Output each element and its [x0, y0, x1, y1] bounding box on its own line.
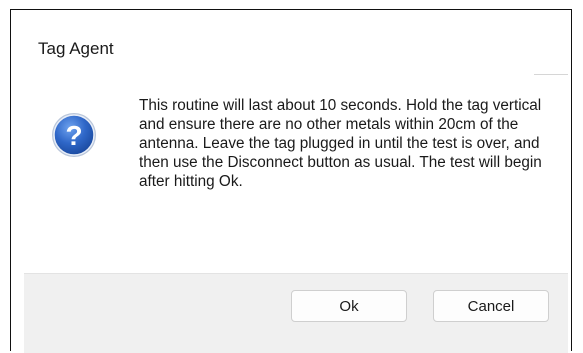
- title-bar[interactable]: Tag Agent: [24, 26, 568, 74]
- message-dialog: Tag Agent ? This routine will last about…: [24, 26, 568, 353]
- title-divider: [534, 74, 568, 75]
- cancel-button[interactable]: Cancel: [433, 290, 549, 322]
- svg-text:?: ?: [65, 120, 82, 151]
- button-footer: Ok Cancel: [24, 273, 568, 353]
- ok-button[interactable]: Ok: [291, 290, 407, 322]
- window-title: Tag Agent: [38, 39, 114, 58]
- question-icon: ?: [50, 111, 98, 159]
- dialog-message: This routine will last about 10 seconds.…: [139, 97, 542, 190]
